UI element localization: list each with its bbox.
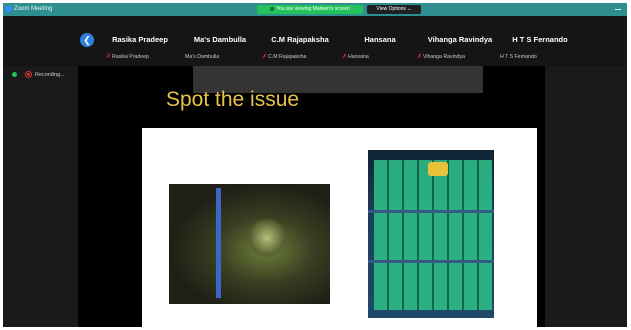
share-screen-icon: [270, 6, 275, 11]
rack-pole: [216, 188, 221, 298]
zoom-logo-icon: [6, 6, 12, 12]
participant-name: C.M Rajapaksha: [271, 35, 329, 44]
participant-label: Ma's Dambulla: [185, 54, 220, 60]
recording-icon: [25, 71, 32, 78]
shelf-beam: [368, 210, 494, 213]
mic-muted-icon: ✗: [106, 54, 112, 60]
participant-tile[interactable]: Hansana ✗Hansana: [340, 16, 420, 66]
security-shield-icon: [12, 72, 17, 77]
participant-label: H T S Fernando: [500, 54, 537, 60]
stacked-boxes-photo: [368, 150, 494, 318]
slide-title: Spot the issue: [166, 88, 300, 111]
window-title: Zoom Meeting: [14, 6, 53, 12]
participant-name: Hansana: [364, 35, 396, 44]
title-bar: Zoom Meeting You are viewing Malwen's sc…: [3, 3, 627, 16]
participant-label: ✗C.M Rajapaksha: [262, 54, 307, 60]
mic-muted-icon: ✗: [417, 54, 423, 60]
shared-screen[interactable]: Spot the issue: [78, 66, 545, 327]
participant-name: Vihanga Ravindya: [427, 35, 493, 44]
zoom-window: Zoom Meeting You are viewing Malwen's sc…: [3, 3, 627, 327]
participant-name: Ma's Dambulla: [193, 35, 247, 44]
green-boxes: [374, 160, 492, 310]
shelf-beam: [368, 260, 494, 263]
participant-tile[interactable]: Vihanga Ravindya ✗Vihanga Ravindya: [417, 16, 500, 66]
warehouse-worker-photo: [169, 184, 330, 304]
mic-muted-icon: ✗: [342, 54, 348, 60]
screen-share-notice: You are viewing Malwen's screen: [257, 5, 363, 14]
participant-label: ✗Vihanga Ravindya: [417, 54, 466, 60]
participant-strip: ❮ Rasika Pradeep ✗Rasika Pradeep Ma's Da…: [3, 16, 627, 66]
minimize-icon[interactable]: [615, 9, 621, 10]
participant-tile[interactable]: Rasika Pradeep ✗Rasika Pradeep: [100, 16, 180, 66]
mic-muted-icon: ✗: [262, 54, 268, 60]
view-options-button[interactable]: View Options ⌄: [367, 5, 421, 14]
recording-label: Recording...: [35, 71, 65, 78]
worker-on-top: [428, 162, 448, 176]
share-notice-text: You are viewing Malwen's screen: [276, 6, 350, 12]
participant-tile[interactable]: H T S Fernando H T S Fernando: [500, 16, 580, 66]
participant-label: ✗Rasika Pradeep: [106, 54, 149, 60]
participant-tile[interactable]: Ma's Dambulla Ma's Dambulla: [180, 16, 260, 66]
participant-name: H T S Fernando: [512, 35, 568, 44]
participant-name: Rasika Pradeep: [112, 35, 168, 44]
slide-content: [142, 128, 537, 327]
previous-participants-button[interactable]: ❮: [80, 33, 94, 47]
participant-tile[interactable]: C.M Rajapaksha ✗C.M Rajapaksha: [260, 16, 340, 66]
worker-figure: [247, 218, 287, 258]
recording-indicator[interactable]: Recording...: [12, 71, 65, 78]
participant-label: ✗Hansana: [342, 54, 369, 60]
